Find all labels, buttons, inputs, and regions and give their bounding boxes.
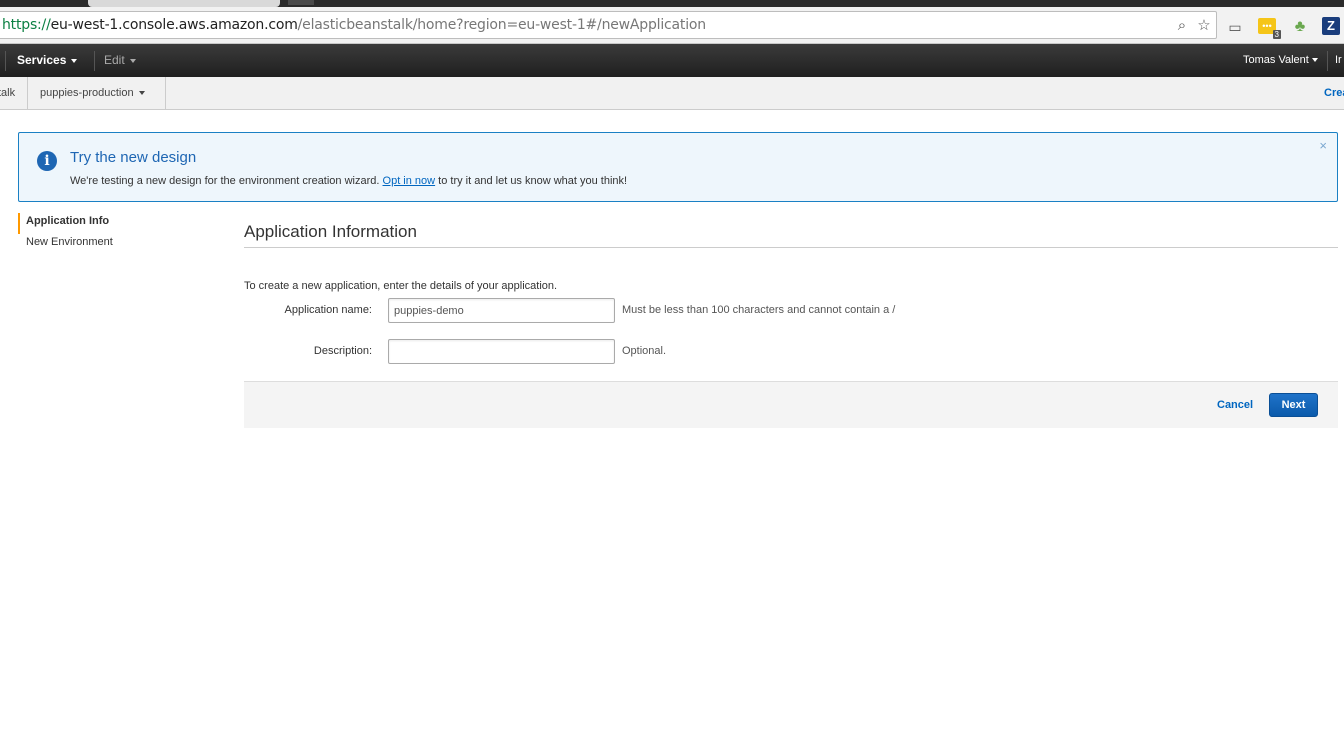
cancel-button[interactable]: Cancel [1217, 399, 1253, 411]
new-tab-button[interactable] [288, 0, 314, 5]
edit-label: Edit [104, 53, 125, 67]
chevron-down-icon [1311, 58, 1318, 63]
z-extension-icon[interactable]: Z [1322, 17, 1340, 35]
wizard-steps: Application Info New Environment [18, 213, 218, 255]
create-link[interactable]: Crea [1324, 87, 1344, 99]
nav-divider [1327, 51, 1328, 71]
url-path: /elasticbeanstalk/home?region=eu-west-1#… [297, 17, 706, 33]
form-footer: Cancel Next [244, 381, 1338, 428]
description-row: Description: Optional. [244, 339, 1338, 364]
description-label: Description: [313, 345, 372, 357]
services-menu[interactable]: Services [17, 53, 78, 67]
edit-menu[interactable]: Edit [104, 53, 136, 67]
page-title: Application Information [244, 222, 1338, 248]
breadcrumb-divider [27, 77, 28, 110]
aws-top-nav: Services Edit Tomas Valent Ir [0, 44, 1344, 77]
wizard-step-new-environment[interactable]: New Environment [18, 234, 218, 255]
nav-divider [94, 51, 95, 71]
user-name: Tomas Valent [1243, 54, 1309, 66]
application-name-hint: Must be less than 100 characters and can… [622, 304, 896, 316]
extension-badge-count: 3 [1272, 30, 1281, 39]
chevron-down-icon [71, 58, 78, 63]
application-selector-label: puppies-production [40, 87, 134, 99]
services-label: Services [17, 53, 67, 67]
region-menu[interactable]: Ir [1335, 54, 1342, 66]
banner-message: We're testing a new design for the envir… [70, 175, 627, 187]
extension-badge-icon[interactable]: ••• 3 [1258, 18, 1281, 39]
zoom-icon[interactable]: ⌕ [1173, 17, 1191, 35]
service-bar: talk puppies-production Crea [0, 77, 1344, 110]
description-hint: Optional. [622, 345, 667, 357]
tree-extension-icon[interactable]: ♣ [1290, 17, 1310, 37]
address-bar[interactable]: https://eu-west-1.console.aws.amazon.com… [0, 11, 1217, 39]
cast-icon[interactable]: ▭ [1225, 17, 1245, 37]
application-name-row: Application name: Must be less than 100 … [244, 298, 1338, 323]
close-icon[interactable]: × [1319, 138, 1327, 153]
browser-toolbar: https://eu-west-1.console.aws.amazon.com… [0, 7, 1344, 44]
url-text[interactable]: https://eu-west-1.console.aws.amazon.com… [2, 17, 706, 33]
user-menu[interactable]: Tomas Valent [1243, 54, 1318, 66]
browser-tabstrip [0, 0, 1344, 7]
info-icon: i [37, 151, 57, 171]
application-form: Application Information To create a new … [244, 222, 1338, 428]
url-scheme: https:// [2, 17, 51, 33]
description-input[interactable] [388, 339, 615, 364]
browser-tab[interactable] [88, 0, 280, 7]
star-icon[interactable]: ☆ [1195, 17, 1213, 35]
form-intro: To create a new application, enter the d… [244, 280, 558, 292]
chevron-down-icon [138, 91, 145, 96]
application-name-input[interactable] [388, 298, 615, 323]
url-host: eu-west-1.console.aws.amazon.com [50, 17, 298, 33]
breadcrumb-service[interactable]: talk [0, 87, 15, 99]
wizard-step-application-info[interactable]: Application Info [18, 213, 218, 234]
banner-message-text: We're testing a new design for the envir… [70, 175, 380, 187]
banner-message-tail: to try it and let us know what you think… [438, 175, 628, 187]
breadcrumb-divider [165, 77, 166, 110]
banner-title: Try the new design [70, 149, 197, 166]
chevron-down-icon [129, 58, 136, 63]
opt-in-link[interactable]: Opt in now [383, 175, 436, 187]
next-button[interactable]: Next [1269, 393, 1318, 417]
application-name-label: Application name: [284, 304, 372, 316]
application-selector[interactable]: puppies-production [40, 87, 145, 99]
nav-divider [5, 51, 6, 71]
new-design-banner: i Try the new design We're testing a new… [18, 132, 1338, 202]
